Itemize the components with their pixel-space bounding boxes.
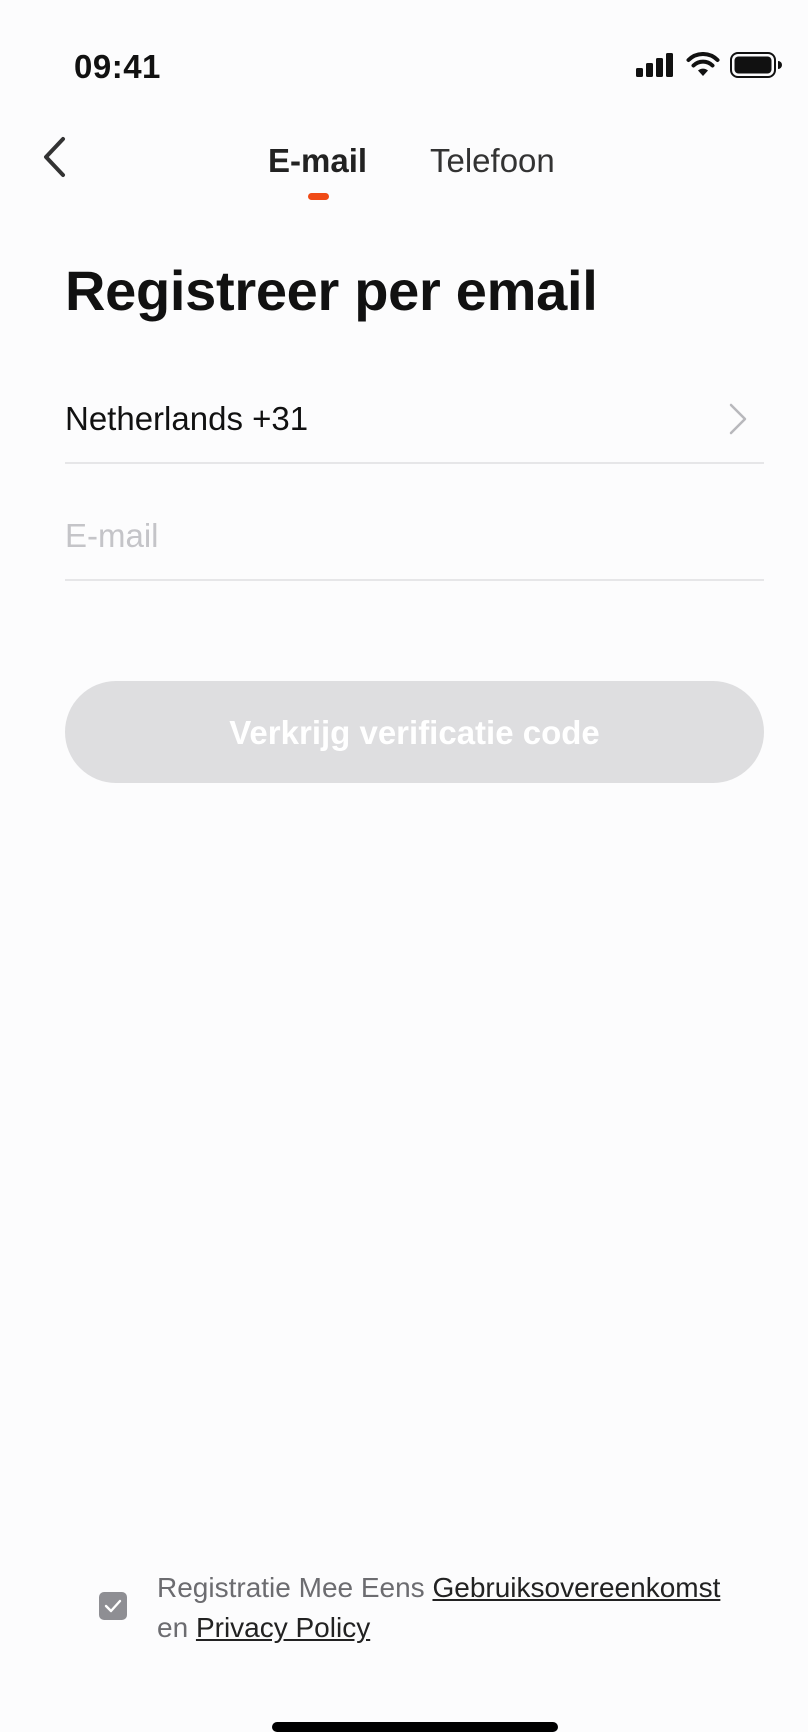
wifi-icon (686, 52, 720, 76)
back-chevron-icon[interactable] (38, 134, 78, 180)
email-row (65, 497, 764, 581)
status-icons (636, 52, 782, 78)
page-title: Registreer per email (65, 259, 598, 322)
country-selector[interactable]: Netherlands +31 (65, 380, 764, 464)
privacy-policy-link[interactable]: Privacy Policy (196, 1612, 370, 1643)
tab-email[interactable]: E-mail (268, 142, 367, 180)
status-time: 09:41 (74, 48, 161, 85)
status-bar: 09:41 (0, 0, 808, 120)
tab-phone[interactable]: Telefoon (430, 142, 555, 180)
battery-icon (730, 52, 782, 78)
chevron-right-icon (729, 403, 747, 435)
terms-link[interactable]: Gebruiksovereenkomst (432, 1572, 720, 1603)
country-label: Netherlands +31 (65, 400, 309, 437)
agreement-prefix: Registratie Mee Eens (157, 1572, 425, 1603)
get-verification-code-button[interactable]: Verkrijg verificatie code (65, 681, 764, 783)
agreement-middle: en (157, 1612, 189, 1643)
agreement-text: Registratie Mee Eens Gebruiksovereenkoms… (157, 1568, 797, 1648)
check-icon (104, 1599, 122, 1613)
signal-icon (636, 53, 673, 77)
home-indicator (272, 1722, 558, 1732)
active-tab-indicator (308, 193, 329, 200)
email-input[interactable] (65, 513, 745, 559)
nav-bar: E-mail Telefoon (0, 120, 808, 220)
agreement-checkbox[interactable] (99, 1592, 127, 1620)
